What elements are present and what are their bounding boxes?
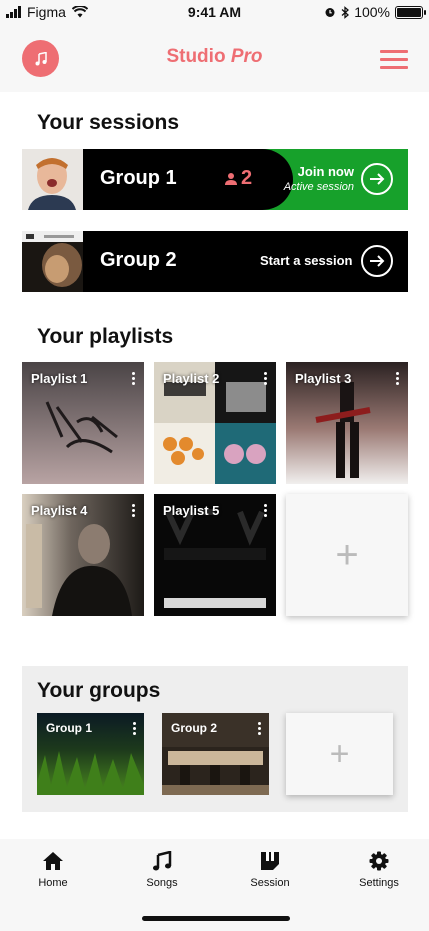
- playlist-label: Playlist 3: [295, 371, 352, 386]
- app-header: Studio Pro: [0, 26, 429, 92]
- battery-icon: [395, 5, 426, 19]
- playlist-label: Playlist 2: [163, 371, 220, 386]
- join-now-label: Join now: [297, 164, 354, 179]
- home-indicator: [142, 916, 290, 921]
- arrow-right-icon: [370, 173, 385, 185]
- sessions-heading: Your sessions: [37, 111, 179, 134]
- hamburger-menu-icon[interactable]: [380, 50, 408, 69]
- more-options-icon[interactable]: [264, 372, 267, 385]
- group-label: Group 1: [46, 721, 93, 735]
- more-options-icon[interactable]: [132, 504, 135, 517]
- group-tile-1[interactable]: Group 1: [37, 713, 144, 795]
- playlist-label: Playlist 5: [163, 503, 220, 518]
- arrow-right-icon: [370, 255, 385, 267]
- brand-italic: Pro: [230, 46, 263, 67]
- add-group-button[interactable]: +: [286, 713, 393, 795]
- nav-settings[interactable]: Settings: [334, 851, 424, 889]
- playlist-tile-3[interactable]: Playlist 3: [286, 362, 408, 484]
- bluetooth-icon: [341, 5, 350, 19]
- session-icon: [261, 852, 279, 870]
- app-title: Studio Pro: [0, 46, 429, 68]
- playlist-tile-1[interactable]: Playlist 1: [22, 362, 144, 484]
- nav-label: Home: [38, 877, 68, 889]
- add-playlist-button[interactable]: +: [286, 494, 408, 616]
- group-tile-2[interactable]: Group 2: [162, 713, 269, 795]
- active-session-label: Active session: [283, 181, 354, 193]
- start-session-label: Start a session: [260, 253, 353, 268]
- session-name: Group 2: [100, 249, 177, 271]
- groups-heading: Your groups: [37, 679, 161, 702]
- playlist-label: Playlist 4: [31, 503, 88, 518]
- gear-icon: [369, 851, 389, 871]
- battery-percent: 100%: [354, 4, 390, 20]
- home-icon: [43, 852, 63, 870]
- person-icon: [225, 172, 237, 185]
- status-right: 100%: [324, 4, 426, 20]
- more-options-icon[interactable]: [396, 372, 399, 385]
- nav-label: Settings: [359, 877, 399, 889]
- group-label: Group 2: [171, 721, 218, 735]
- session-thumbnail: [22, 149, 83, 210]
- plus-icon: +: [335, 532, 359, 577]
- session-name: Group 1: [100, 167, 177, 189]
- alarm-icon: [325, 8, 335, 17]
- more-options-icon[interactable]: [264, 504, 267, 517]
- playlist-label: Playlist 1: [31, 371, 88, 386]
- start-arrow-button[interactable]: [361, 245, 393, 277]
- nav-songs[interactable]: Songs: [117, 851, 207, 889]
- member-count: 2: [224, 167, 252, 190]
- playlist-tile-4[interactable]: Playlist 4: [22, 494, 144, 616]
- nav-session[interactable]: Session: [225, 851, 315, 889]
- playlists-heading: Your playlists: [37, 325, 174, 348]
- session-thumbnail: [22, 231, 83, 292]
- member-count-value: 2: [241, 167, 253, 189]
- nav-label: Session: [250, 877, 290, 889]
- status-bar: Figma 9:41 AM 100%: [0, 0, 429, 26]
- plus-icon: +: [329, 734, 350, 773]
- brand-main: Studio: [166, 46, 226, 67]
- playlist-tile-5[interactable]: Playlist 5: [154, 494, 276, 616]
- playlist-tile-2[interactable]: Playlist 2: [154, 362, 276, 484]
- nav-label: Songs: [146, 877, 178, 889]
- join-arrow-button[interactable]: [361, 163, 393, 195]
- more-options-icon[interactable]: [133, 722, 136, 735]
- more-options-icon[interactable]: [258, 722, 261, 735]
- session-card-group-1[interactable]: Group 1 2 Join now Active session: [22, 149, 408, 210]
- music-note-icon: [153, 851, 172, 871]
- more-options-icon[interactable]: [132, 372, 135, 385]
- nav-home[interactable]: Home: [8, 851, 98, 889]
- session-card-group-2[interactable]: Group 2 Start a session: [22, 231, 408, 292]
- bottom-navigation: Home Songs Session Settings: [0, 839, 429, 931]
- join-now-text: Join now Active session: [277, 164, 354, 193]
